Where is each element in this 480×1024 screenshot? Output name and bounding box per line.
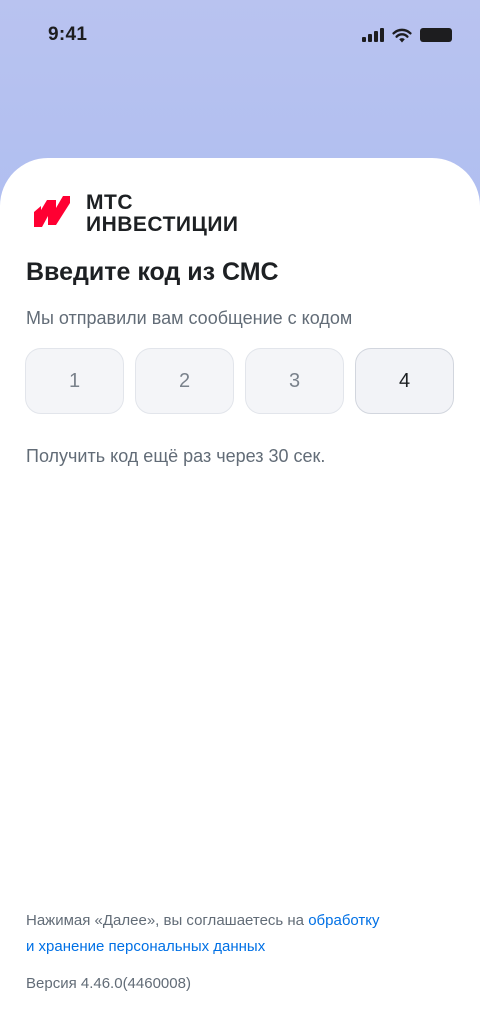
code-digit-1[interactable]: 1 (25, 348, 124, 414)
code-digit-4[interactable]: 4 (355, 348, 454, 414)
cellular-signal-icon (362, 28, 384, 42)
status-bar: 9:41 (0, 0, 480, 70)
code-digit-3[interactable]: 3 (245, 348, 344, 414)
battery-icon (420, 28, 452, 42)
content-sheet: МТС ИНВЕСТИЦИИ Введите код из СМС Мы отп… (0, 158, 480, 1024)
consent-link-processing[interactable]: обработку (308, 912, 379, 929)
app-version: Версия 4.46.0(4460008) (26, 975, 191, 992)
status-icons (362, 28, 452, 43)
consent-prefix: Нажимая «Далее», вы соглашаетесь на (26, 912, 309, 929)
page-title: Введите код из СМС (26, 258, 279, 286)
brand-line-2: ИНВЕСТИЦИИ (86, 213, 239, 236)
brand-wordmark: МТС ИНВЕСТИЦИИ (86, 192, 239, 236)
status-time: 9:41 (48, 24, 88, 45)
consent-link-storage[interactable]: и хранение персональных данных (26, 938, 265, 955)
mts-logo-icon (34, 196, 70, 227)
code-digit-2[interactable]: 2 (135, 348, 234, 414)
resend-timer-text: Получить код ещё раз через 30 сек. (26, 446, 326, 466)
sms-code-input[interactable]: 1 2 3 4 (25, 348, 454, 414)
brand-line-1: МТС (86, 191, 133, 214)
page-subtitle: Мы отправили вам сообщение с кодом (26, 308, 353, 328)
wifi-icon (392, 28, 412, 42)
consent-text: Нажимая «Далее», вы соглашаетесь на обра… (26, 908, 456, 960)
brand: МТС ИНВЕСТИЦИИ (32, 192, 239, 236)
